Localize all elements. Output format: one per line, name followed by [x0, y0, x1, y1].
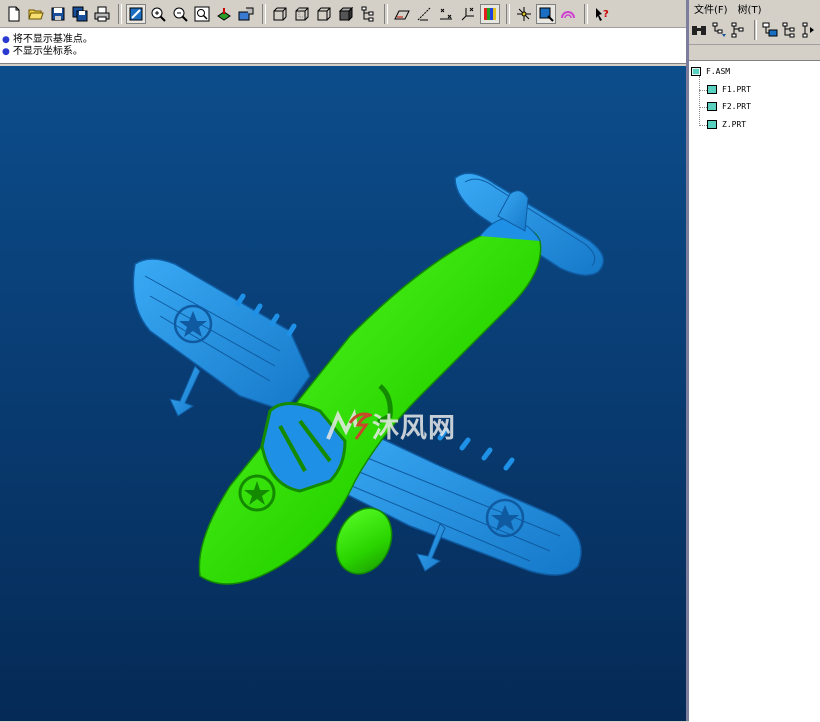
airplane-model[interactable] [0, 66, 686, 721]
collapse-tree-icon[interactable] [800, 20, 817, 40]
tree-item-part[interactable]: F1.PRT [707, 85, 751, 94]
shading-icon[interactable] [336, 4, 356, 24]
tree-menu-bar: 文件(F) 树(T) [689, 0, 820, 16]
main-toolbar: ? [0, 0, 686, 28]
svg-text:?: ? [603, 9, 609, 20]
watermark-logo-icon [326, 408, 372, 440]
open-folder-icon[interactable] [26, 4, 46, 24]
message-text: 不显示坐标系。 [12, 46, 83, 57]
expand-tree-icon[interactable] [781, 20, 798, 40]
tree-connector [699, 107, 707, 108]
tree-filter-icon[interactable] [711, 20, 728, 40]
save-copy-icon[interactable] [70, 4, 90, 24]
tree-connector [699, 125, 707, 126]
toolbar-separator [753, 20, 758, 40]
no-hidden-icon[interactable] [314, 4, 334, 24]
tree-toolbar [689, 16, 820, 45]
menu-tree[interactable]: 树(T) [738, 1, 762, 16]
watermark: 沐风网 [326, 406, 456, 445]
model-display-icon[interactable] [536, 3, 556, 24]
part-icon [707, 102, 717, 111]
message-line: ● 将不显示基准点。 [2, 34, 684, 46]
color-appearance-icon[interactable] [480, 3, 500, 24]
message-text: 将不显示基准点。 [12, 34, 93, 45]
tree-item-label: Z.PRT [722, 120, 747, 129]
toolbar-separator [262, 3, 266, 24]
datum-planes-icon[interactable] [392, 4, 412, 24]
repaint-icon[interactable] [126, 3, 146, 24]
tree-item-root[interactable]: F.ASM [691, 67, 730, 76]
toolbar-separator [384, 3, 388, 24]
hidden-line-icon[interactable] [292, 4, 312, 24]
context-help-icon[interactable]: ? [592, 4, 612, 24]
tree-item-part[interactable]: F2.PRT [707, 102, 751, 111]
toolbar-separator [584, 3, 588, 24]
graphics-viewport[interactable]: 沐风网 [0, 66, 686, 721]
left-wing [132, 258, 311, 412]
zoom-out-icon[interactable] [170, 4, 190, 24]
wireframe-icon[interactable] [270, 4, 290, 24]
spin-center-icon[interactable] [514, 4, 534, 24]
tree-columns-icon[interactable] [730, 20, 747, 40]
part-icon [707, 85, 717, 94]
toolbar-separator [506, 3, 510, 24]
toolbar-separator [118, 3, 122, 24]
model-tree[interactable]: F.ASM F1.PRT F2.PRT Z.PRT [689, 60, 820, 722]
bullet-icon: ● [2, 35, 10, 45]
saved-views-icon[interactable] [236, 4, 256, 24]
model-tree-toggle-icon[interactable] [358, 4, 378, 24]
render-icon[interactable] [558, 4, 578, 24]
print-icon[interactable] [92, 4, 112, 24]
binoculars-icon[interactable] [691, 20, 708, 40]
tree-item-label: F1.PRT [722, 85, 751, 94]
orient-icon[interactable] [214, 4, 234, 24]
refit-icon[interactable] [192, 4, 212, 24]
tree-connector [699, 90, 707, 91]
bullet-icon: ● [2, 47, 10, 57]
tree-connector [699, 76, 700, 126]
message-area: ● 将不显示基准点。 ● 不显示坐标系。 [0, 28, 686, 64]
coord-sys-icon[interactable] [458, 4, 478, 24]
part-icon [707, 120, 717, 129]
datum-axes-icon[interactable] [414, 4, 434, 24]
watermark-text: 沐风网 [372, 413, 456, 444]
tree-item-label: F2.PRT [722, 102, 751, 111]
zoom-in-icon[interactable] [148, 4, 168, 24]
save-icon[interactable] [48, 4, 68, 24]
model-tree-panel: 文件(F) 树(T) F.ASM F1.PRT F2.PRT Z.PRT [689, 0, 820, 722]
tree-item-label: F.ASM [706, 67, 731, 76]
message-line: ● 不显示坐标系。 [2, 46, 684, 58]
tree-item-part[interactable]: Z.PRT [707, 120, 746, 129]
new-file-icon[interactable] [4, 4, 24, 24]
assembly-icon [691, 67, 701, 76]
menu-file[interactable]: 文件(F) [694, 1, 728, 16]
left-landing-arrow [169, 365, 201, 417]
show-tree-icon[interactable] [761, 20, 778, 40]
datum-points-icon[interactable] [436, 4, 456, 24]
